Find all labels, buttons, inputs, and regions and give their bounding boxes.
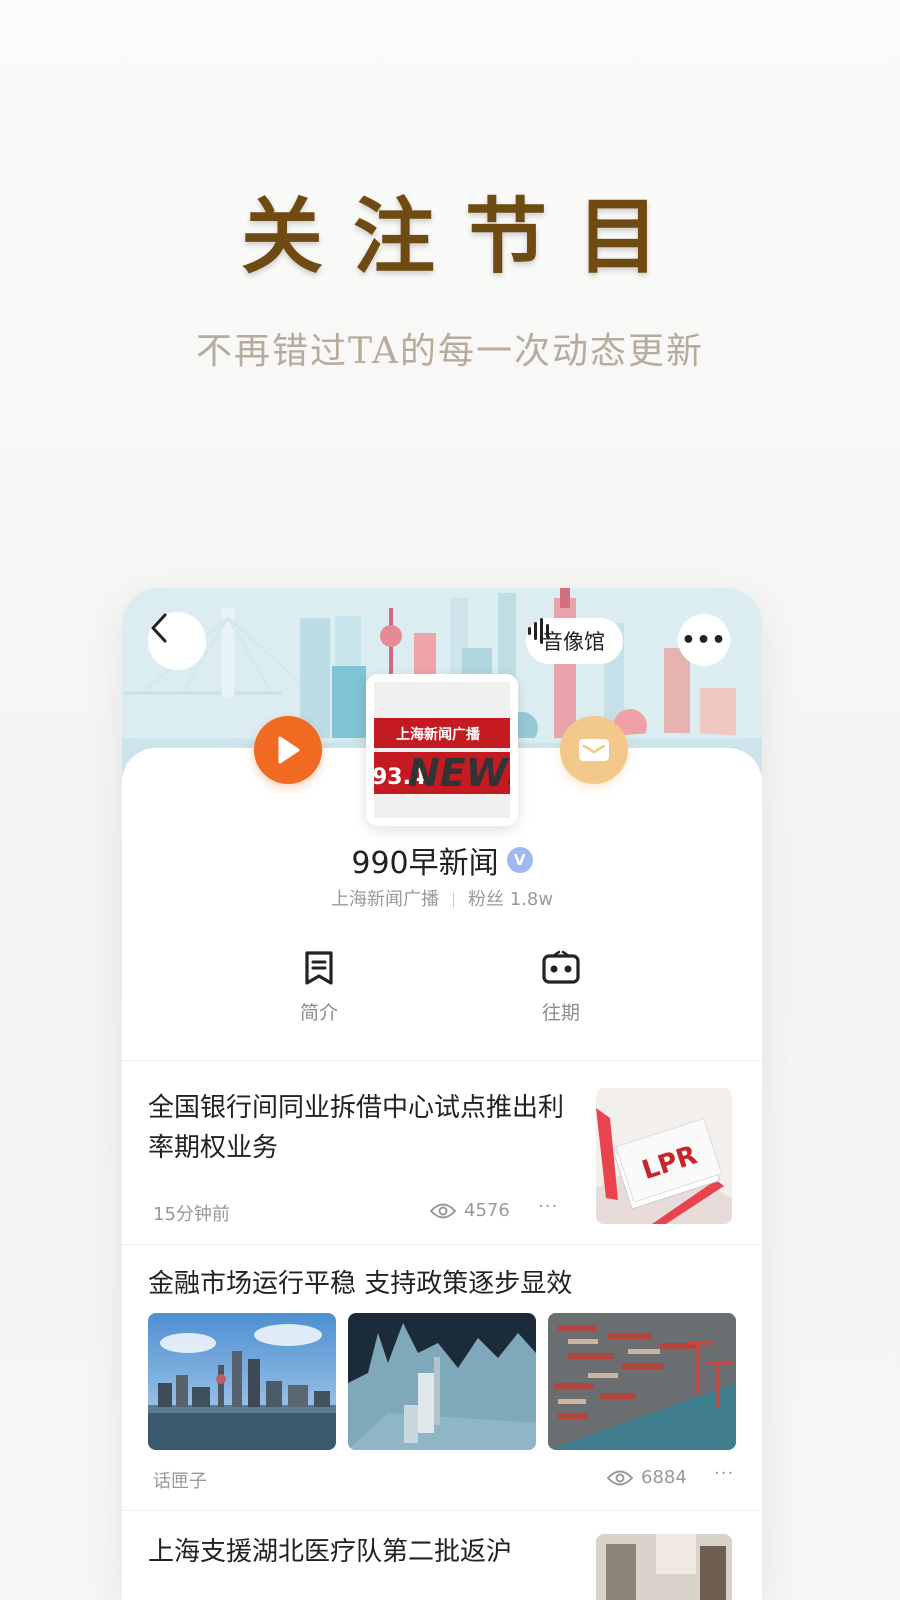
view-count: 4576 <box>464 1200 510 1221</box>
article-divider <box>122 1244 762 1245</box>
article-source: 话匣子 <box>153 1471 207 1492</box>
tab-past-episodes[interactable]: 往期 <box>501 950 621 1025</box>
phone-screen: 音像馆 ••• 上海新闻广播 93.4 NEWS 9 <box>122 588 762 1600</box>
tabs-divider <box>122 1060 762 1061</box>
tab-intro-label: 简介 <box>299 1002 338 1024</box>
article-title[interactable]: 上海支援湖北医疗队第二批返沪 <box>148 1532 568 1572</box>
article-thumbnail[interactable]: LPR <box>596 1088 732 1224</box>
port-photo <box>548 1313 736 1450</box>
more-options-icon[interactable]: ··· <box>538 1196 558 1217</box>
station-name: 上海新闻广播 <box>330 889 439 910</box>
promo-subline: 不再错过TA的每一次动态更新 <box>195 331 705 372</box>
program-name: 990早新闻 <box>351 846 499 881</box>
play-icon <box>278 736 300 764</box>
news-logo-image: 上海新闻广播 93.4 NEWS <box>372 682 518 818</box>
program-tabs: 简介 往期 <box>122 950 762 1030</box>
tab-intro[interactable]: 简介 <box>259 950 379 1025</box>
svg-text:上海新闻广播: 上海新闻广播 <box>396 726 481 743</box>
article-title[interactable]: 金融市场运行平稳 支持政策逐步显效 <box>148 1264 748 1304</box>
more-options-icon[interactable]: ··· <box>714 1463 734 1484</box>
sound-wave-icon <box>528 618 549 644</box>
play-button[interactable] <box>254 716 322 784</box>
article-views: 4576 <box>430 1200 510 1221</box>
tab-past-label: 往期 <box>541 1002 580 1024</box>
bookmark-icon <box>305 951 333 985</box>
fans-label: 粉丝 <box>467 889 504 910</box>
message-button[interactable] <box>560 716 628 784</box>
chevron-left-icon <box>151 613 167 643</box>
article-views: 6884 <box>607 1467 687 1488</box>
program-logo[interactable]: 上海新闻广播 93.4 NEWS <box>366 674 518 826</box>
radio-icon <box>542 950 580 984</box>
article-image-chart[interactable] <box>348 1313 536 1450</box>
fans-count: 1.8w <box>509 889 554 910</box>
more-button[interactable]: ••• <box>678 614 730 666</box>
audio-hall-button[interactable]: 音像馆 <box>526 618 623 664</box>
article-image-skyline[interactable] <box>148 1313 336 1450</box>
article-image-port[interactable] <box>548 1313 736 1450</box>
svg-text:NEWS: NEWS <box>408 751 510 795</box>
medical-team-photo <box>596 1534 732 1600</box>
article-divider <box>122 1510 762 1511</box>
verified-icon: V <box>506 847 533 873</box>
article-title[interactable]: 全国银行间同业拆借中心试点推出利率期权业务 <box>148 1088 568 1168</box>
program-meta: 上海新闻广播 粉丝 1.8w <box>122 885 762 911</box>
back-button[interactable] <box>148 612 206 670</box>
meta-divider <box>452 892 454 908</box>
envelope-icon <box>579 739 609 761</box>
program-title: 990早新闻 V <box>122 838 762 882</box>
eye-icon <box>607 1470 633 1485</box>
more-horizontal-icon: ••• <box>681 627 727 653</box>
article-time: 15分钟前 <box>153 1204 230 1225</box>
lpr-image: LPR <box>596 1088 732 1224</box>
bar-sculpture-photo <box>348 1313 536 1450</box>
city-photo <box>148 1313 336 1450</box>
view-count: 6884 <box>641 1467 687 1488</box>
eye-icon <box>430 1203 456 1218</box>
promo-headline: 关注节目 <box>240 189 689 285</box>
article-thumbnail[interactable] <box>596 1534 732 1600</box>
